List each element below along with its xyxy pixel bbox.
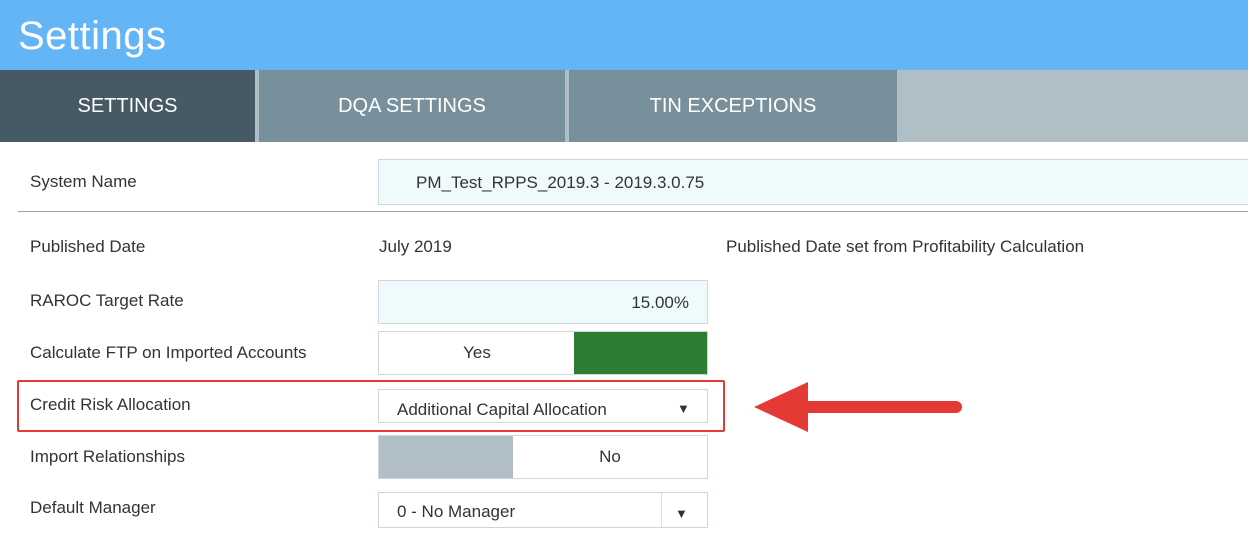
calc-ftp-toggle-text: Yes xyxy=(463,343,491,362)
default-manager-select[interactable]: 0 - No Manager ▼ xyxy=(378,492,708,528)
system-name-label: System Name xyxy=(30,172,137,191)
calc-ftp-label: Calculate FTP on Imported Accounts xyxy=(30,343,307,362)
tab-bar: SETTINGS DQA SETTINGS TIN EXCEPTIONS xyxy=(0,70,1248,142)
page-title: Settings xyxy=(18,14,167,58)
credit-risk-select[interactable]: Additional Capital Allocation ▼ xyxy=(378,389,708,423)
tab-tin-exceptions[interactable]: TIN EXCEPTIONS xyxy=(569,70,897,142)
toggle-knob-off xyxy=(379,436,513,478)
caret-down-icon: ▼ xyxy=(675,506,688,521)
default-manager-value: 0 - No Manager xyxy=(397,502,516,521)
red-arrow-icon xyxy=(754,382,962,432)
section-divider xyxy=(18,211,1248,212)
caret-down-icon: ▼ xyxy=(677,401,690,416)
system-name-value: PM_Test_RPPS_2019.3 - 2019.3.0.75 xyxy=(416,173,705,192)
raroc-target-rate-input[interactable]: 15.00% xyxy=(378,280,708,324)
tab-dqa-settings[interactable]: DQA SETTINGS xyxy=(259,70,565,142)
default-manager-label: Default Manager xyxy=(30,498,156,517)
raroc-value: 15.00% xyxy=(631,293,689,312)
select-divider xyxy=(661,493,662,527)
system-name-field[interactable]: PM_Test_RPPS_2019.3 - 2019.3.0.75 xyxy=(378,159,1248,205)
published-date-note: Published Date set from Profitability Ca… xyxy=(726,237,1085,256)
published-date-value: July 2019 xyxy=(379,237,452,256)
calc-ftp-toggle[interactable]: Yes xyxy=(378,331,708,375)
credit-risk-value: Additional Capital Allocation xyxy=(397,400,607,419)
import-rel-label: Import Relationships xyxy=(30,447,185,466)
import-rel-toggle-text: No xyxy=(599,447,621,466)
toggle-knob-on xyxy=(574,332,707,374)
import-relationships-toggle[interactable]: No xyxy=(378,435,708,479)
published-date-label: Published Date xyxy=(30,237,146,256)
raroc-label: RAROC Target Rate xyxy=(30,291,184,310)
tab-settings[interactable]: SETTINGS xyxy=(0,70,255,142)
credit-risk-label: Credit Risk Allocation xyxy=(30,395,191,414)
app-header: Settings xyxy=(0,0,1248,70)
